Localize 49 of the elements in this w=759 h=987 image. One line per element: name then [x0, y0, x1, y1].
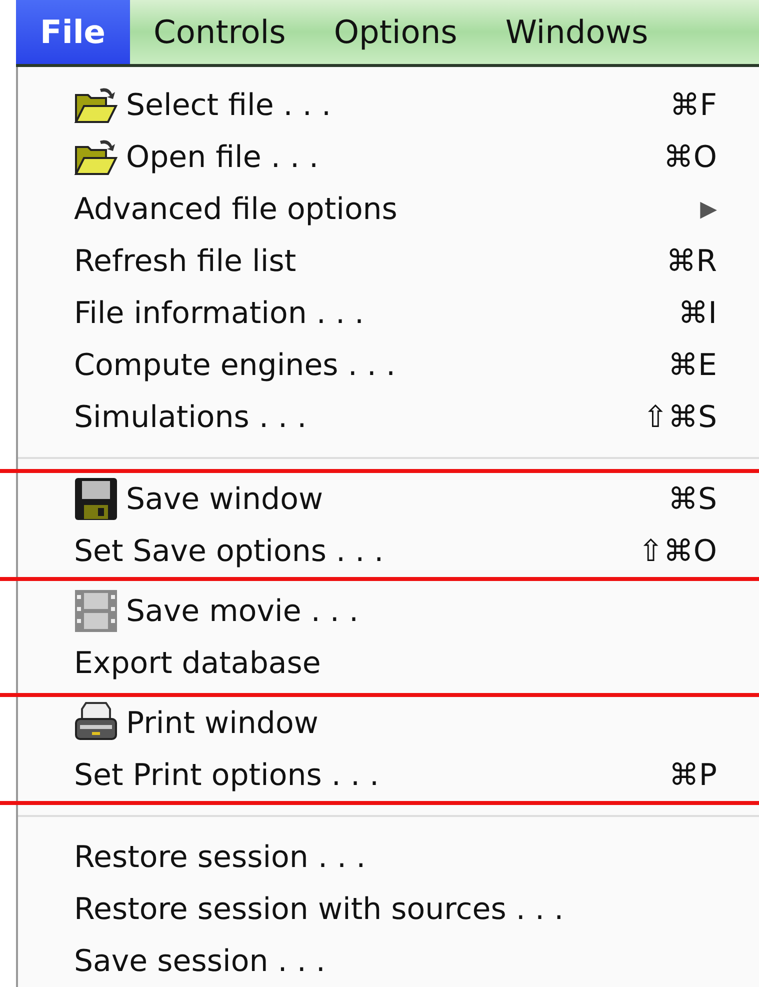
menu-item[interactable]: Save window ⌘S	[18, 473, 759, 525]
menu-item[interactable]: Export database	[18, 637, 759, 689]
film-icon	[74, 589, 118, 633]
menu-item[interactable]: Restore session . . .	[18, 831, 759, 883]
shortcut-label: ⌘R	[666, 244, 717, 278]
shortcut-label: ⌘O	[663, 140, 717, 174]
item-label: Set Print options . . .	[74, 758, 380, 792]
item-label: Simulations . . .	[74, 400, 308, 434]
menu-title[interactable]: Options	[310, 0, 482, 64]
menu-item[interactable]: File information . . . ⌘I	[18, 287, 759, 339]
item-label: Export database	[74, 646, 322, 680]
item-label: Advanced file options	[74, 192, 398, 226]
item-label: Select file . . .	[126, 88, 332, 122]
shortcut-label: ⌘S	[668, 482, 717, 516]
shortcut-label: ⇧⌘O	[638, 534, 717, 568]
menu-item[interactable]: Set Save options . . . ⇧⌘O	[18, 525, 759, 577]
item-label: Save session . . .	[74, 944, 326, 978]
folder-icon	[74, 137, 118, 177]
menu-item[interactable]: Save session . . .	[18, 935, 759, 987]
menu-item[interactable]: Print window	[18, 697, 759, 749]
menu-item[interactable]: Restore session with sources . . .	[18, 883, 759, 935]
menu-title[interactable]: Controls	[130, 0, 310, 64]
item-label: Print window	[126, 706, 320, 740]
item-label: Save movie . . .	[126, 594, 360, 628]
menu-item[interactable]: Set Print options . . . ⌘P	[18, 749, 759, 801]
submenu-arrow: ▶	[700, 196, 717, 222]
menu-item[interactable]: Advanced file options ▶	[18, 183, 759, 235]
item-label: Set Save options . . .	[74, 534, 385, 568]
shortcut-label: ⌘E	[668, 348, 717, 382]
shortcut-label: ⇧⌘S	[642, 400, 717, 434]
menu-item[interactable]: Refresh file list ⌘R	[18, 235, 759, 287]
item-label: Compute engines . . .	[74, 348, 397, 382]
menu-title[interactable]: File	[16, 0, 130, 64]
item-label: File information . . .	[74, 296, 366, 330]
item-label: Refresh file list	[74, 244, 298, 278]
shortcut-label: ⌘F	[670, 88, 717, 122]
item-label: Restore session . . .	[74, 840, 367, 874]
menu-item[interactable]: Open file . . . ⌘O	[18, 131, 759, 183]
item-label: Save window	[126, 482, 324, 516]
menu-item[interactable]: Compute engines . . . ⌘E	[18, 339, 759, 391]
menu-title[interactable]: Windows	[481, 0, 672, 64]
menu-item[interactable]: Select file . . . ⌘F	[18, 79, 759, 131]
menu-item[interactable]: Save movie . . .	[18, 585, 759, 637]
shortcut-label: ⌘I	[678, 296, 717, 330]
shortcut-label: ⌘P	[668, 758, 717, 792]
item-label: Restore session with sources . . .	[74, 892, 565, 926]
folder-icon	[74, 85, 118, 125]
menu-item[interactable]: Simulations . . . ⇧⌘S	[18, 391, 759, 443]
item-label: Open file . . .	[126, 140, 320, 174]
